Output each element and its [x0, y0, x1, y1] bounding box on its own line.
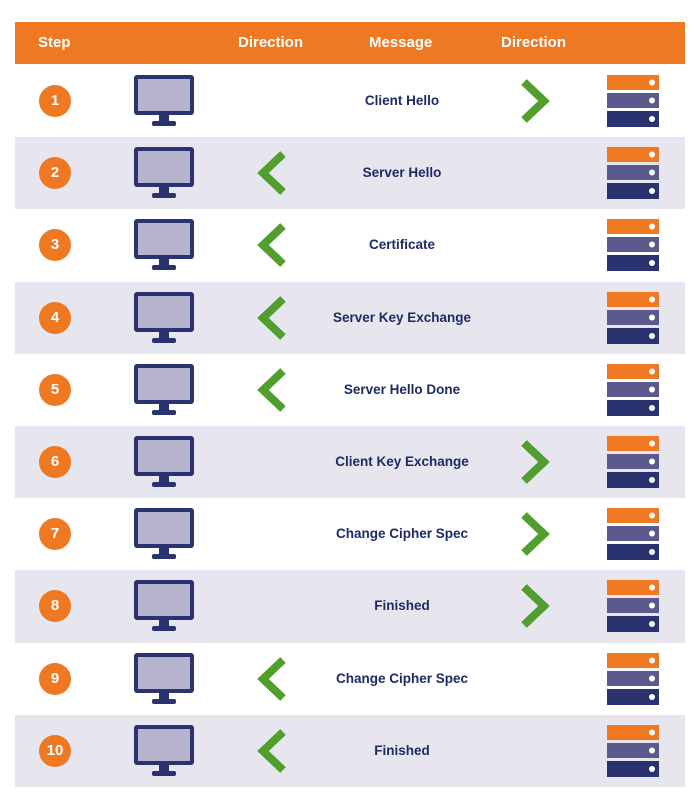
client-monitor-icon	[133, 435, 195, 494]
client-monitor-icon	[133, 291, 195, 350]
step-message: Server Hello Done	[343, 381, 461, 397]
step-row: 6 Client Key Exchange	[15, 425, 685, 499]
step-message: Change Cipher Spec	[335, 670, 469, 686]
step-row: 9 Change Cipher Spec	[15, 643, 685, 715]
step-number: 7	[39, 518, 71, 551]
server-icon	[606, 724, 660, 783]
step-message: Finished	[374, 598, 430, 614]
step-row: 7 Change Cipher Spec	[15, 498, 685, 570]
step-message: Certificate	[368, 237, 436, 253]
step-row: 1 Client Hello	[15, 65, 685, 137]
step-row: 2 Server Hello	[15, 137, 685, 210]
arrow-left-icon	[255, 656, 287, 706]
step-row: 4 Server Key Exchange	[15, 281, 685, 354]
client-monitor-icon	[133, 218, 195, 277]
step-number: 6	[39, 446, 71, 479]
server-icon	[606, 652, 660, 711]
step-row: 8 Finished	[15, 570, 685, 643]
arrow-left-icon	[255, 151, 287, 200]
server-icon	[606, 435, 660, 494]
table-header: Step Direction Message Direction	[15, 22, 685, 64]
arrow-left-icon	[255, 295, 287, 345]
step-number: 2	[39, 157, 71, 190]
step-number: 8	[39, 590, 71, 623]
step-row: 3 Certificate	[15, 209, 685, 281]
server-icon	[606, 218, 660, 277]
arrow-left-icon	[255, 367, 287, 417]
server-icon	[606, 74, 660, 133]
client-monitor-icon	[133, 724, 195, 783]
server-icon	[606, 291, 660, 350]
step-number: 3	[39, 229, 71, 262]
step-number: 1	[39, 85, 71, 118]
arrow-right-icon	[520, 79, 552, 128]
step-number: 5	[39, 373, 71, 406]
step-number: 9	[39, 662, 71, 695]
server-icon	[606, 363, 660, 422]
client-monitor-icon	[133, 579, 195, 638]
step-message: Server Key Exchange	[332, 309, 472, 325]
header-direction-right: Direction	[501, 34, 567, 51]
client-monitor-icon	[133, 652, 195, 711]
arrow-right-icon	[520, 584, 552, 633]
header-direction-left: Direction	[238, 34, 304, 51]
client-monitor-icon	[133, 74, 195, 133]
step-message: Finished	[374, 742, 430, 758]
client-monitor-icon	[133, 363, 195, 422]
step-message: Server Hello	[362, 165, 442, 181]
step-number: 4	[39, 301, 71, 334]
arrow-left-icon	[255, 223, 287, 272]
client-monitor-icon	[133, 507, 195, 566]
step-message: Change Cipher Spec	[335, 526, 469, 542]
step-number: 10	[39, 734, 71, 767]
arrow-left-icon	[255, 728, 287, 778]
step-row: 10 Finished	[15, 714, 685, 787]
server-icon	[606, 507, 660, 566]
arrow-right-icon	[520, 440, 552, 489]
server-icon	[606, 146, 660, 205]
steps-list: 1 Client Hello 2 Server Hello 3 Certific…	[15, 65, 685, 787]
step-message: Client Key Exchange	[335, 454, 469, 470]
header-message: Message	[369, 34, 433, 51]
server-icon	[606, 579, 660, 638]
arrow-right-icon	[520, 512, 552, 561]
header-step: Step	[38, 34, 71, 51]
step-row: 5 Server Hello Done	[15, 354, 685, 426]
client-monitor-icon	[133, 146, 195, 205]
step-message: Client Hello	[364, 93, 440, 109]
